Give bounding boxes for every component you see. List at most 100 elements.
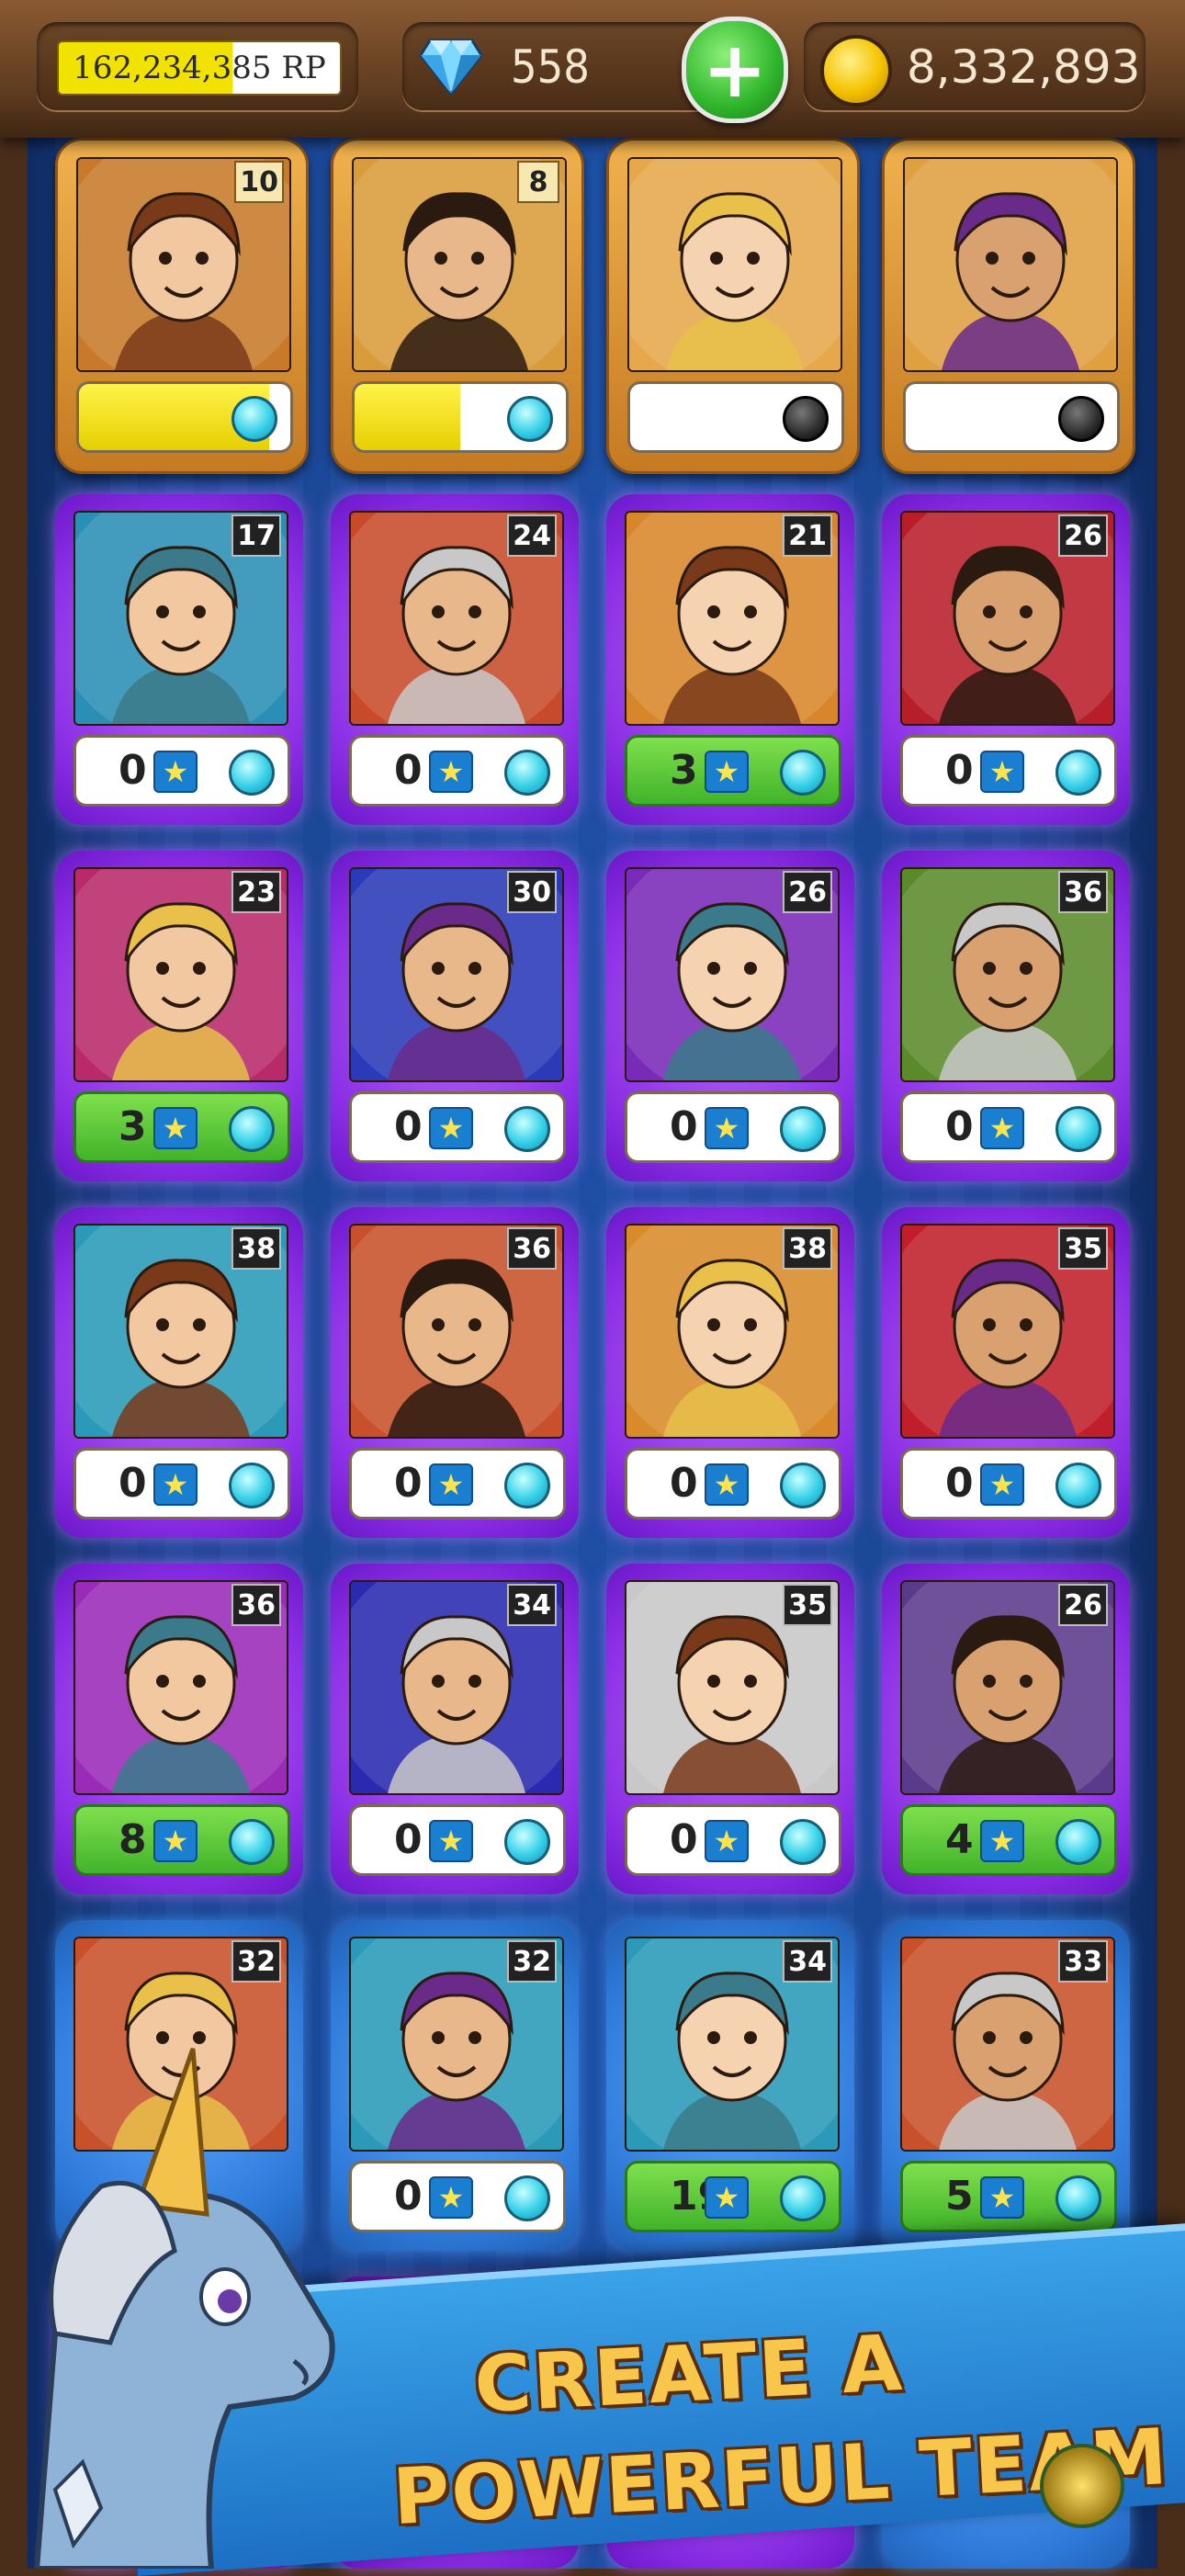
card-progress-bar bbox=[903, 381, 1120, 453]
character-card[interactable]: 36 0 ★ bbox=[882, 851, 1130, 1181]
character-card[interactable]: 32 0 ★ bbox=[331, 1920, 579, 2251]
star-icon: ★ bbox=[980, 1463, 1024, 1506]
star-count: 0 bbox=[945, 1460, 974, 1507]
level-badge: 35 bbox=[783, 1584, 832, 1626]
character-card[interactable]: 8 bbox=[331, 138, 584, 474]
character-card[interactable]: 24 0 ★ bbox=[331, 494, 579, 825]
character-card[interactable]: 21 3 ★ bbox=[606, 494, 854, 825]
character-card[interactable]: 38 0 ★ bbox=[606, 1207, 854, 1538]
level-badge: 26 bbox=[783, 871, 832, 913]
star-count: 0 bbox=[394, 1103, 423, 1150]
star-count-bar: 0 ★ bbox=[625, 1091, 841, 1163]
star-count-bar: 0 ★ bbox=[349, 735, 566, 807]
star-icon: ★ bbox=[153, 1820, 198, 1862]
orb-icon bbox=[780, 1819, 826, 1865]
level-badge: 36 bbox=[231, 1584, 281, 1626]
rp-value: 162,234,385 RP bbox=[57, 40, 342, 96]
star-icon: ★ bbox=[705, 1820, 749, 1862]
level-badge: 34 bbox=[507, 1584, 557, 1626]
star-icon: ★ bbox=[980, 1820, 1024, 1862]
orb-icon bbox=[780, 1463, 826, 1508]
star-icon: ★ bbox=[705, 751, 749, 793]
star-count-bar: 0 ★ bbox=[349, 1448, 566, 1520]
locked-orb-icon bbox=[783, 396, 829, 442]
character-card[interactable]: 10 bbox=[55, 138, 309, 474]
orb-icon bbox=[507, 396, 553, 442]
level-badge: 17 bbox=[231, 514, 281, 557]
character-card[interactable]: 26 4 ★ bbox=[882, 1564, 1130, 1894]
star-count-bar: 0 ★ bbox=[900, 1448, 1117, 1520]
star-count: 0 bbox=[118, 1460, 147, 1507]
orb-icon bbox=[1055, 2175, 1101, 2221]
promo-banner-text: CREATE A POWERFUL TEAM bbox=[349, 2318, 1170, 2542]
character-portrait bbox=[627, 157, 842, 372]
character-card[interactable]: 26 0 ★ bbox=[606, 851, 854, 1181]
star-count-bar: 4 ★ bbox=[900, 1804, 1117, 1876]
star-count: 0 bbox=[394, 747, 423, 794]
character-card[interactable]: 36 8 ★ bbox=[55, 1564, 303, 1894]
character-card[interactable]: 35 0 ★ bbox=[882, 1207, 1130, 1538]
star-count: 0 bbox=[945, 747, 974, 794]
card-progress-bar bbox=[352, 381, 569, 453]
diamond-icon bbox=[419, 39, 483, 96]
star-count-bar: 0 ★ bbox=[900, 1091, 1117, 1163]
star-count-bar: 0 ★ bbox=[900, 735, 1117, 807]
star-icon: ★ bbox=[429, 1107, 473, 1149]
star-count: 0 bbox=[945, 1103, 974, 1150]
medal-icon bbox=[1040, 2444, 1124, 2528]
star-icon: ★ bbox=[429, 1463, 473, 1506]
character-card[interactable]: 26 0 ★ bbox=[882, 494, 1130, 825]
character-card[interactable]: 38 0 ★ bbox=[55, 1207, 303, 1538]
star-icon: ★ bbox=[429, 1820, 473, 1862]
progress-fill bbox=[355, 384, 460, 450]
level-badge: 10 bbox=[234, 161, 284, 203]
star-count-bar: 5 ★ bbox=[900, 2161, 1117, 2232]
orb-icon bbox=[780, 1106, 826, 1152]
star-icon: ★ bbox=[429, 2176, 473, 2219]
star-count-bar: 0 ★ bbox=[73, 1448, 290, 1520]
orb-icon bbox=[1055, 1463, 1101, 1508]
rp-counter[interactable]: 162,234,385 RP bbox=[37, 22, 358, 110]
top-bar: 162,234,385 RP 558 + 8,332,893 bbox=[0, 0, 1185, 138]
level-badge: 21 bbox=[783, 514, 832, 557]
character-card[interactable]: 34 0 ★ bbox=[331, 1564, 579, 1894]
character-card[interactable]: 34 19 ★ bbox=[606, 1920, 854, 2251]
star-count-bar: 0 ★ bbox=[349, 1804, 566, 1876]
unicorn-mascot bbox=[33, 2048, 335, 2569]
star-icon: ★ bbox=[153, 1107, 198, 1149]
star-count: 0 bbox=[394, 1460, 423, 1507]
card-progress-bar bbox=[627, 381, 844, 453]
star-count: 0 bbox=[394, 1816, 423, 1863]
orb-icon bbox=[1055, 1106, 1101, 1152]
character-portrait bbox=[903, 157, 1118, 372]
character-card[interactable]: 33 5 ★ bbox=[882, 1920, 1130, 2251]
level-badge: 35 bbox=[1058, 1227, 1108, 1270]
character-card[interactable] bbox=[882, 138, 1135, 474]
level-badge: 36 bbox=[1058, 871, 1108, 913]
character-card[interactable]: 30 0 ★ bbox=[331, 851, 579, 1181]
star-count-bar: 3 ★ bbox=[73, 1091, 290, 1163]
character-card[interactable]: 23 3 ★ bbox=[55, 851, 303, 1181]
gem-count: 558 bbox=[511, 40, 590, 94]
character-card[interactable]: 17 0 ★ bbox=[55, 494, 303, 825]
star-count-bar: 0 ★ bbox=[349, 1091, 566, 1163]
star-count: 3 bbox=[118, 1103, 147, 1150]
orb-icon bbox=[504, 1106, 550, 1152]
orb-icon bbox=[1055, 1819, 1101, 1865]
level-badge: 36 bbox=[507, 1227, 557, 1270]
portrait-art bbox=[629, 159, 841, 370]
orb-icon bbox=[504, 750, 550, 796]
coin-counter[interactable]: 8,332,893 bbox=[804, 22, 1146, 110]
card-progress-bar bbox=[76, 381, 293, 453]
orb-icon bbox=[504, 1819, 550, 1865]
character-card[interactable]: 35 0 ★ bbox=[606, 1564, 854, 1894]
star-count-bar: 8 ★ bbox=[73, 1804, 290, 1876]
character-card[interactable] bbox=[606, 138, 860, 474]
character-card[interactable]: 36 0 ★ bbox=[331, 1207, 579, 1538]
star-count: 4 bbox=[945, 1816, 974, 1863]
star-count: 0 bbox=[394, 2173, 423, 2220]
orb-icon bbox=[231, 396, 277, 442]
add-gems-button[interactable]: + bbox=[682, 17, 788, 123]
star-icon: ★ bbox=[153, 751, 198, 793]
star-count-bar: 0 ★ bbox=[625, 1448, 841, 1520]
